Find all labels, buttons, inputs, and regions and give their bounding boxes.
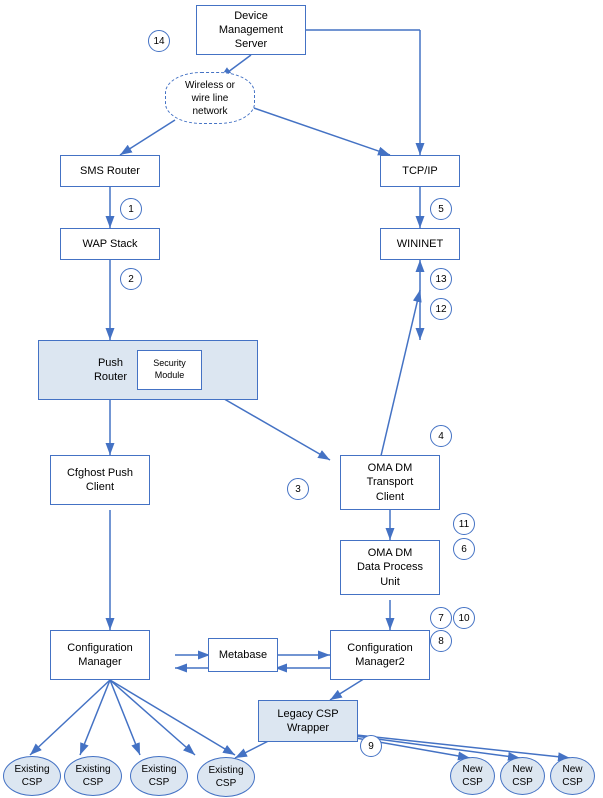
wireless-network: Wireless or wire line network [165,72,255,124]
circle-4: 4 [430,425,452,447]
circle-8: 8 [430,630,452,652]
circle-10: 10 [453,607,475,629]
push-router-box: Push Router Security Module [38,340,258,400]
circle-2: 2 [120,268,142,290]
new-csp-2: New CSP [500,757,545,795]
circle-5: 5 [430,198,452,220]
config-manager2: Configuration Manager2 [330,630,430,680]
wap-stack: WAP Stack [60,228,160,260]
legacy-csp-wrapper: Legacy CSP Wrapper [258,700,358,742]
sms-router: SMS Router [60,155,160,187]
metabase: Metabase [208,638,278,672]
circle-3: 3 [287,478,309,500]
circle-14: 14 [148,30,170,52]
existing-csp-3: Existing CSP [130,756,188,796]
config-manager: Configuration Manager [50,630,150,680]
circle-11: 11 [453,513,475,535]
existing-csp-2: Existing CSP [64,756,122,796]
device-management-server: Device Management Server [196,5,306,55]
circle-1: 1 [120,198,142,220]
cfghost-push-client: Cfghost Push Client [50,455,150,505]
oma-transport-client: OMA DM Transport Client [340,455,440,510]
existing-csp-4: Existing CSP [197,757,255,797]
circle-6: 6 [453,538,475,560]
tcp-ip: TCP/IP [380,155,460,187]
existing-csp-1: Existing CSP [3,756,61,796]
architecture-diagram: Device Management Server 14 Wireless or … [0,0,603,798]
new-csp-1: New CSP [450,757,495,795]
circle-12: 12 [430,298,452,320]
security-module: Security Module [137,350,202,390]
oma-data-process: OMA DM Data Process Unit [340,540,440,595]
wininet: WININET [380,228,460,260]
circle-13: 13 [430,268,452,290]
circle-7: 7 [430,607,452,629]
circle-9: 9 [360,735,382,757]
new-csp-3: New CSP [550,757,595,795]
